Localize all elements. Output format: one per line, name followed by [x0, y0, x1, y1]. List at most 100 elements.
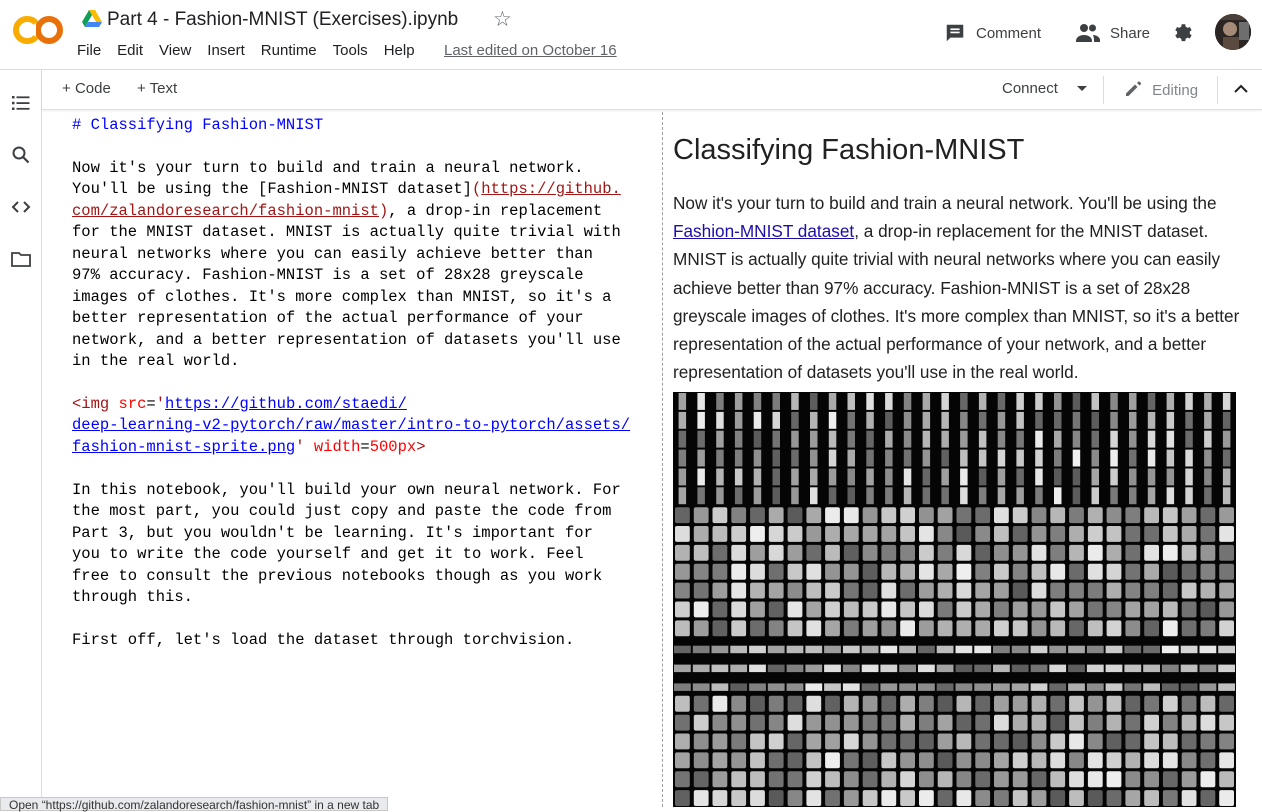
sprite-item — [1016, 430, 1024, 448]
sprite-item — [1031, 507, 1047, 524]
sprite-item — [843, 582, 859, 599]
markdown-source[interactable]: # Classifying Fashion-MNIST Now it's you… — [72, 115, 647, 651]
chevron-up-icon[interactable] — [1233, 83, 1249, 95]
sprite-item — [1030, 664, 1048, 673]
share-button[interactable]: Share — [1076, 22, 1150, 44]
menu-file[interactable]: File — [77, 42, 109, 59]
md-paragraph-1b: , a drop-in replacement for the MNIST da… — [72, 201, 621, 370]
sprite-item — [1106, 790, 1122, 806]
sprite-item — [750, 544, 765, 561]
code-snippets-icon[interactable] — [10, 196, 32, 218]
sprite-item — [1218, 645, 1235, 654]
editing-mode-button[interactable]: Editing — [1124, 80, 1198, 99]
menu-insert[interactable]: Insert — [207, 42, 253, 59]
sprite-item — [1144, 563, 1159, 580]
add-code-button[interactable]: + Code — [62, 80, 111, 97]
user-avatar[interactable] — [1215, 14, 1251, 50]
sprite-item — [919, 544, 934, 561]
menu-tools[interactable]: Tools — [333, 42, 376, 59]
sprite-item — [997, 393, 1006, 410]
sprite-item — [937, 601, 953, 618]
sprite-item — [678, 487, 687, 505]
sprite-item — [787, 714, 803, 731]
sprite-item — [828, 411, 837, 429]
sprite-item — [861, 645, 879, 654]
sprite-item — [806, 695, 822, 712]
comment-label: Comment — [976, 24, 1042, 42]
sprite-item — [810, 449, 818, 467]
fashion-mnist-link[interactable]: Fashion-MNIST dataset — [673, 221, 854, 241]
star-icon[interactable]: ☆ — [493, 7, 512, 32]
sprite-item — [1218, 664, 1235, 673]
markdown-editor[interactable]: # Classifying Fashion-MNIST Now it's you… — [66, 112, 663, 807]
sprite-item — [1185, 393, 1193, 410]
sprite-item — [1219, 695, 1234, 712]
sprite-item — [975, 526, 991, 542]
sprite-item — [1166, 449, 1175, 467]
sprite-item — [828, 449, 837, 467]
people-icon — [1076, 24, 1100, 42]
sprite-item — [922, 430, 931, 448]
sprite-item — [1031, 771, 1047, 788]
chevron-down-icon[interactable] — [1076, 83, 1088, 93]
sprite-item — [975, 620, 991, 637]
connect-button[interactable]: Connect — [1002, 80, 1088, 97]
sprite-item — [825, 582, 840, 599]
last-edited-link[interactable]: Last edited on October 16 — [444, 42, 617, 59]
sprite-item — [937, 752, 953, 769]
sprite-item — [806, 733, 822, 750]
sprite-item — [847, 449, 855, 467]
sprite-item — [842, 645, 860, 654]
html-quote: ' — [155, 394, 166, 413]
sprite-item — [1218, 683, 1235, 691]
sprite-item — [900, 526, 915, 542]
sprite-item — [975, 563, 991, 580]
sprite-item — [881, 507, 897, 524]
sprite-item — [1105, 645, 1123, 654]
sprite-item — [693, 790, 709, 806]
sprite-item — [1072, 411, 1081, 429]
sprite-item — [1106, 752, 1122, 769]
link-hover-status: Open “https://github.com/zalandoresearch… — [0, 797, 389, 812]
sprite-item — [1087, 563, 1103, 580]
colab-logo[interactable] — [12, 12, 64, 48]
gear-icon[interactable] — [1172, 22, 1194, 44]
sprite-item — [1181, 620, 1197, 637]
sprite-item — [1204, 393, 1212, 410]
text-cell[interactable]: # Classifying Fashion-MNIST Now it's you… — [66, 112, 1262, 807]
sprite-item — [716, 393, 724, 410]
sprite-item — [768, 790, 784, 806]
sprite-item — [843, 695, 859, 712]
sprite-item — [994, 620, 1009, 637]
sprite-item — [734, 449, 743, 467]
md-link-close: ) — [378, 201, 389, 220]
sprite-item — [767, 645, 785, 654]
sprite-item — [731, 563, 747, 580]
sprite-item — [1012, 695, 1028, 712]
add-text-button[interactable]: + Text — [137, 80, 177, 97]
sprite-item — [937, 790, 953, 806]
sprite-item — [994, 582, 1009, 599]
sprite-item — [697, 430, 705, 448]
sprite-item — [825, 714, 840, 731]
sprite-item — [1069, 601, 1084, 618]
sprite-item — [900, 507, 915, 524]
sprite-item — [675, 714, 690, 731]
menu-view[interactable]: View — [159, 42, 199, 59]
sprite-item — [956, 790, 972, 806]
sprite-item — [1110, 393, 1118, 410]
google-drive-icon[interactable] — [82, 10, 102, 28]
search-icon[interactable] — [10, 144, 32, 166]
table-of-contents-icon[interactable] — [10, 92, 32, 114]
menu-runtime[interactable]: Runtime — [261, 42, 325, 59]
sprite-item — [1050, 582, 1066, 599]
notebook-title[interactable]: Part 4 - Fashion-MNIST (Exercises).ipynb — [107, 9, 458, 31]
comment-button[interactable]: Comment — [944, 22, 1041, 44]
sprite-item — [716, 468, 724, 486]
folder-icon[interactable] — [10, 248, 32, 270]
menu-edit[interactable]: Edit — [117, 42, 151, 59]
sprite-item — [787, 601, 803, 618]
sprite-item — [843, 620, 859, 637]
sprite-item — [1091, 449, 1099, 467]
menu-help[interactable]: Help — [384, 42, 423, 59]
